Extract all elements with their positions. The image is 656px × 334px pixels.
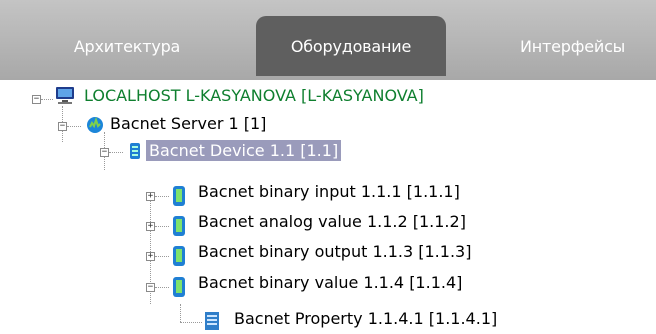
expand-toggle[interactable]: + xyxy=(146,192,155,201)
bacnet-object-icon xyxy=(173,246,185,266)
tree-connector xyxy=(155,256,169,257)
tree-connector xyxy=(180,322,202,323)
expand-toggle[interactable]: + xyxy=(146,252,155,261)
bacnet-property-icon xyxy=(205,312,219,330)
tree-connector xyxy=(41,99,53,100)
tree-connector xyxy=(155,196,169,197)
bacnet-object-icon xyxy=(173,277,185,297)
bacnet-server-icon xyxy=(87,116,103,133)
tree-device-label[interactable]: Bacnet Device 1.1 [1.1] xyxy=(146,140,342,161)
collapse-toggle[interactable]: − xyxy=(100,148,109,157)
computer-icon xyxy=(56,87,74,104)
tree-guide xyxy=(180,304,181,322)
tree-connector xyxy=(67,126,81,127)
tree-item-label[interactable]: Bacnet binary value 1.1.4 [1.1.4] xyxy=(198,273,462,292)
collapse-toggle[interactable]: − xyxy=(146,283,155,292)
tree-connector xyxy=(109,152,123,153)
expand-toggle[interactable]: + xyxy=(146,222,155,231)
tree-root-label[interactable]: LOCALHOST L-KASYANOVA [L-KASYANOVA] xyxy=(84,86,424,105)
bacnet-object-icon xyxy=(173,216,185,236)
tab-architecture[interactable]: Архитектура xyxy=(22,16,232,76)
tree-property-label[interactable]: Bacnet Property 1.1.4.1 [1.1.4.1] xyxy=(234,309,497,328)
hardware-tree: − LOCALHOST L-KASYANOVA [L-KASYANOVA] − … xyxy=(0,80,656,334)
tree-item-label[interactable]: Bacnet binary output 1.1.3 [1.1.3] xyxy=(198,242,471,261)
tab-interfaces[interactable]: Интерфейсы xyxy=(470,16,656,76)
tree-item-label[interactable]: Bacnet analog value 1.1.2 [1.1.2] xyxy=(198,212,466,231)
bacnet-device-icon xyxy=(130,143,140,159)
tree-connector xyxy=(155,226,169,227)
collapse-toggle[interactable]: − xyxy=(32,95,41,104)
tree-connector xyxy=(155,287,169,288)
tree-item-label[interactable]: Bacnet binary input 1.1.1 [1.1.1] xyxy=(198,182,460,201)
tab-bar: Архитектура Оборудование Интерфейсы xyxy=(0,0,656,80)
tree-server-label[interactable]: Bacnet Server 1 [1] xyxy=(110,114,266,133)
collapse-toggle[interactable]: − xyxy=(58,122,67,131)
bacnet-object-icon xyxy=(173,186,185,206)
tab-equipment[interactable]: Оборудование xyxy=(256,16,446,76)
